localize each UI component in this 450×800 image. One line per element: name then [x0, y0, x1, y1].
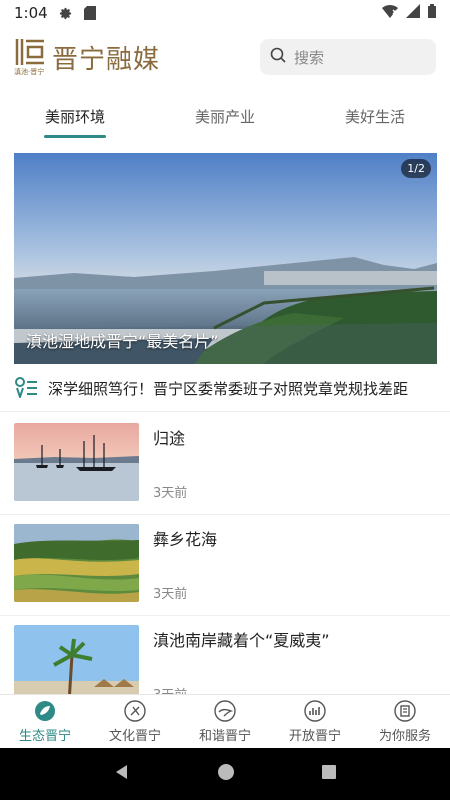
- search-placeholder: 搜索: [294, 48, 325, 67]
- settings-icon: [58, 5, 74, 21]
- recents-icon[interactable]: [321, 764, 337, 784]
- tab-beautiful-industry[interactable]: 美丽产业: [150, 92, 300, 140]
- nav-label: 为你服务: [378, 728, 431, 744]
- tab-beautiful-environment[interactable]: 美丽环境: [0, 92, 150, 140]
- app-header: 滇池·晋宁 晋宁融媒 搜索: [0, 26, 450, 88]
- culture-icon: [124, 699, 146, 722]
- nav-label: 生态晋宁: [18, 728, 71, 744]
- list-item[interactable]: 归途 3天前: [0, 414, 450, 515]
- logo-subtext: 滇池·晋宁: [14, 68, 45, 76]
- logo-mark-icon: 滇池·晋宁: [14, 37, 46, 77]
- news-thumbnail: [14, 524, 139, 602]
- back-icon[interactable]: [113, 763, 131, 785]
- system-nav-bar: [0, 748, 450, 800]
- news-thumbnail: [14, 625, 139, 703]
- notice-row[interactable]: 深学细照笃行！晋宁区委常委班子对照党章党规找差距: [0, 366, 450, 412]
- home-icon[interactable]: [217, 763, 235, 785]
- news-time: 3天前: [153, 587, 188, 602]
- notice-list-icon: [14, 376, 38, 402]
- nav-label: 文化晋宁: [108, 728, 161, 744]
- sd-card-icon: [82, 5, 98, 21]
- banner-carousel[interactable]: 1/2 滇池湿地成晋宁“最美名片”: [14, 153, 437, 364]
- bird-icon: [214, 699, 236, 722]
- bottom-nav: 生态晋宁 文化晋宁 和谐晋宁 开放晋宁 为你服务: [0, 694, 450, 748]
- search-icon: [270, 47, 286, 67]
- news-title: 归途: [153, 429, 186, 448]
- news-title: 彝乡花海: [153, 530, 218, 549]
- nav-item-open[interactable]: 开放晋宁: [270, 695, 360, 748]
- document-icon: [394, 699, 416, 722]
- app-logo: 滇池·晋宁 晋宁融媒: [14, 37, 160, 77]
- nav-item-culture[interactable]: 文化晋宁: [90, 695, 180, 748]
- status-time: 1:04: [14, 4, 48, 22]
- status-bar: 1:04: [0, 0, 450, 26]
- signal-icon: [406, 4, 420, 22]
- logo-text: 晋宁融媒: [52, 44, 161, 75]
- search-box[interactable]: 搜索: [260, 39, 436, 75]
- nav-label: 开放晋宁: [288, 728, 341, 744]
- nav-item-ecology[interactable]: 生态晋宁: [0, 695, 90, 748]
- nav-item-harmony[interactable]: 和谐晋宁: [180, 695, 270, 748]
- tab-better-life[interactable]: 美好生活: [300, 92, 450, 140]
- banner-caption: 滇池湿地成晋宁“最美名片”: [26, 332, 219, 351]
- news-title: 滇池南岸藏着个“夏威夷”: [153, 631, 330, 650]
- wifi-icon: [382, 4, 398, 22]
- news-thumbnail: [14, 423, 139, 501]
- nav-label: 和谐晋宁: [198, 728, 251, 744]
- chart-icon: [304, 699, 326, 722]
- news-time: 3天前: [153, 486, 188, 501]
- list-item[interactable]: 彝乡花海 3天前: [0, 515, 450, 616]
- battery-icon: [428, 4, 436, 22]
- nav-item-service[interactable]: 为你服务: [360, 695, 450, 748]
- notice-text: 深学细照笃行！晋宁区委常委班子对照党章党规找差距: [48, 380, 409, 398]
- category-tabs: 美丽环境 美丽产业 美好生活: [0, 92, 450, 140]
- banner-pager: 1/2: [401, 159, 431, 178]
- leaf-icon: [34, 700, 56, 722]
- news-list: 归途 3天前 彝乡花海 3天前 滇池南岸藏着个“夏威夷”: [0, 414, 450, 717]
